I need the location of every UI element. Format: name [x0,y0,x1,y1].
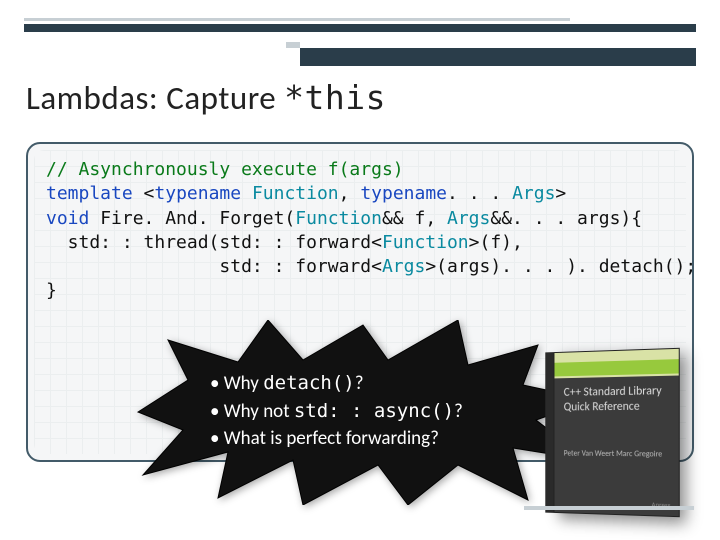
book-band [554,359,678,376]
code-comment: // Asynchronously execute f(args) [46,159,404,180]
book-spine [545,352,553,513]
callout-text: Why detach()? Why not std: : async()? Wh… [210,370,570,453]
book-image: C++ Standard Library Quick Reference Pet… [554,348,680,517]
decor-bar-thick [24,24,696,32]
slide-title: Lambdas: Capture *this [26,78,386,118]
bullet-2: Why not std: : async()? [210,398,570,426]
bullet-3: What is perfect forwarding? [210,425,570,453]
decor-line-thin [24,18,570,21]
decor-shelf [524,506,694,510]
code-listing: // Asynchronously execute f(args) templa… [46,158,674,304]
bullet-1: Why detach()? [210,370,570,398]
book-title: C++ Standard Library Quick Reference [564,384,669,415]
title-text: Lambdas: Capture [26,78,284,118]
decor-bar-secondary [300,48,696,66]
title-mono: *this [284,78,386,117]
book-authors: Peter Van Weert Marc Gregoire [564,449,669,460]
slide: Lambdas: Capture *this // Asynchronously… [0,0,720,540]
book-cover: C++ Standard Library Quick Reference Pet… [554,348,680,517]
